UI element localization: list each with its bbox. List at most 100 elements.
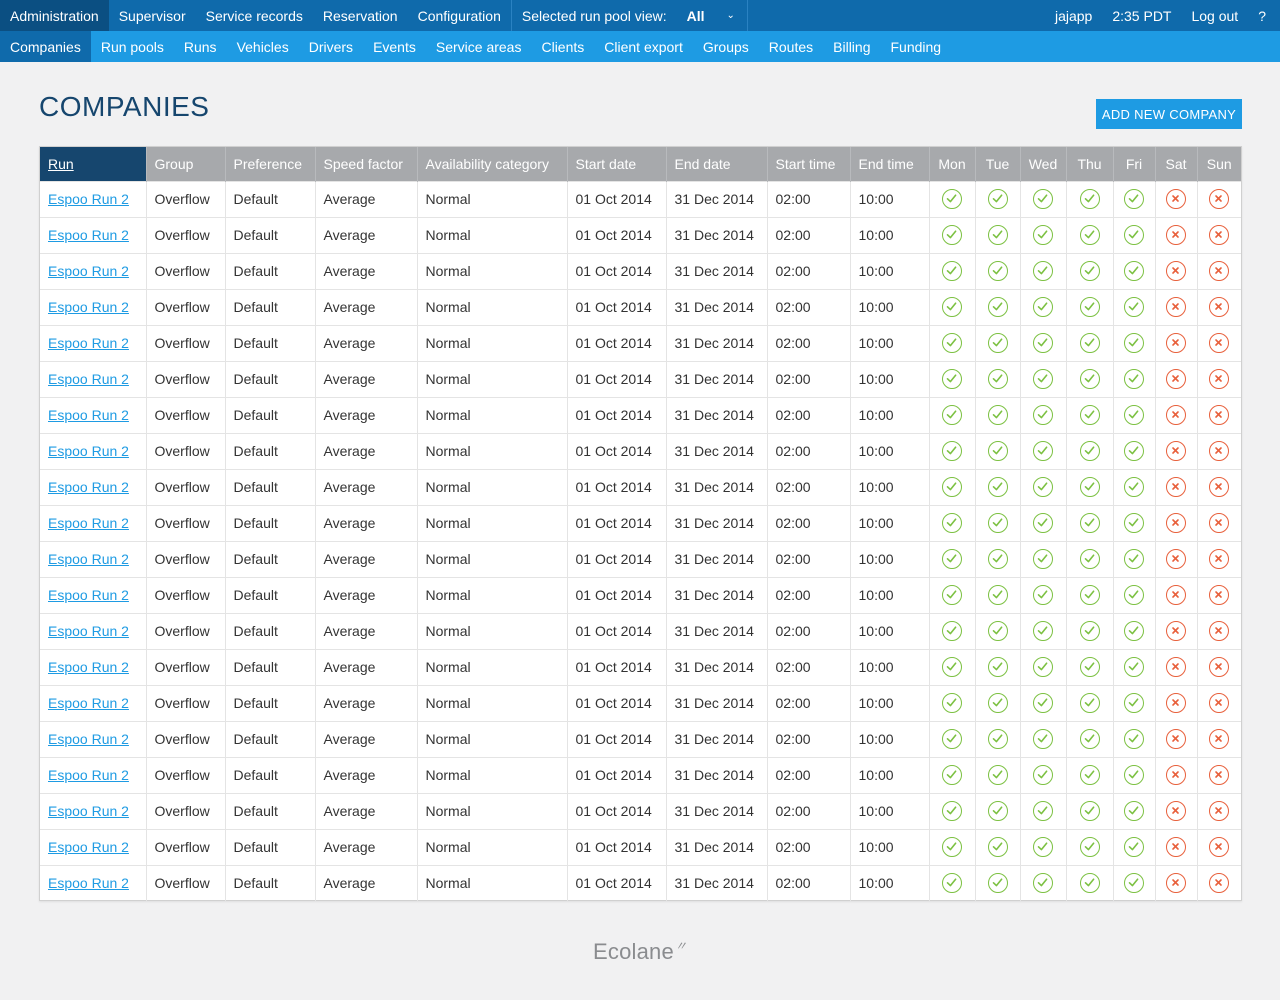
run-link[interactable]: Espoo Run 2 (48, 479, 129, 495)
table-row[interactable]: Espoo Run 2 Overflow Default Average Normal 0… (40, 612, 1241, 649)
table-row[interactable]: Espoo Run 2 Overflow Default Average Normal 0… (40, 540, 1241, 577)
column-header-preference[interactable]: Preference (224, 147, 315, 181)
table-row[interactable]: Espoo Run 2 Overflow Default Average Normal 0… (40, 828, 1241, 865)
check-circle-icon (1033, 729, 1053, 749)
table-row[interactable]: Espoo Run 2 Overflow Default Average Normal 0… (40, 396, 1241, 433)
run-link[interactable]: Espoo Run 2 (48, 695, 129, 711)
logo-text: Ecolane (593, 939, 674, 964)
run-link[interactable]: Espoo Run 2 (48, 839, 129, 855)
subnav-item-clients[interactable]: Clients (531, 31, 594, 62)
table-row[interactable]: Espoo Run 2 Overflow Default Average Normal 0… (40, 324, 1241, 361)
day-cell-thu (1065, 288, 1113, 325)
subnav-item-drivers[interactable]: Drivers (299, 31, 363, 62)
run-link[interactable]: Espoo Run 2 (48, 875, 129, 891)
availability-cell: Normal (416, 216, 567, 253)
subnav-item-billing[interactable]: Billing (823, 31, 880, 62)
column-header-thu[interactable]: Thu (1065, 147, 1113, 181)
run-link[interactable]: Espoo Run 2 (48, 227, 129, 243)
run-cell: Espoo Run 2 (40, 252, 146, 289)
day-cell-tue (974, 576, 1020, 613)
column-header-sat[interactable]: Sat (1154, 147, 1197, 181)
subnav-item-funding[interactable]: Funding (881, 31, 952, 62)
column-header-wed[interactable]: Wed (1019, 147, 1066, 181)
run-link[interactable]: Espoo Run 2 (48, 443, 129, 459)
topnav-item-reservation[interactable]: Reservation (313, 0, 408, 31)
subnav-item-groups[interactable]: Groups (693, 31, 759, 62)
run-link[interactable]: Espoo Run 2 (48, 263, 129, 279)
check-circle-icon (1079, 333, 1100, 353)
start-time-cell: 02:00 (766, 180, 850, 217)
run-link[interactable]: Espoo Run 2 (48, 515, 129, 531)
run-link[interactable]: Espoo Run 2 (48, 551, 129, 567)
subnav-item-run-pools[interactable]: Run pools (91, 31, 174, 62)
run-link[interactable]: Espoo Run 2 (48, 587, 129, 603)
add-new-company-button[interactable]: ADD NEW COMPANY (1096, 99, 1242, 129)
topnav-item-configuration[interactable]: Configuration (408, 0, 511, 31)
column-header-end-date[interactable]: End date (665, 147, 767, 181)
column-header-availability-category[interactable]: Availability category (416, 147, 567, 181)
run-link[interactable]: Espoo Run 2 (48, 623, 129, 639)
run-link[interactable]: Espoo Run 2 (48, 659, 129, 675)
subnav-item-client-export[interactable]: Client export (594, 31, 693, 62)
column-header-start-time[interactable]: Start time (766, 147, 850, 181)
column-header-sun[interactable]: Sun (1196, 147, 1241, 181)
table-row[interactable]: Espoo Run 2 Overflow Default Average Normal 0… (40, 720, 1241, 757)
table-row[interactable]: Espoo Run 2 Overflow Default Average Normal 0… (40, 468, 1241, 505)
check-circle-icon (1033, 369, 1053, 389)
day-cell-wed (1019, 432, 1066, 469)
run-link[interactable]: Espoo Run 2 (48, 335, 129, 351)
user-name[interactable]: jajapp (1045, 0, 1102, 31)
run-link[interactable]: Espoo Run 2 (48, 731, 129, 747)
table-row[interactable]: Espoo Run 2 Overflow Default Average Normal 0… (40, 216, 1241, 253)
group-cell: Overflow (145, 324, 225, 361)
topnav-item-administration[interactable]: Administration (0, 0, 109, 31)
table-row[interactable]: Espoo Run 2 Overflow Default Average Normal 0… (40, 180, 1241, 217)
topnav-item-service-records[interactable]: Service records (196, 0, 313, 31)
column-header-end-time[interactable]: End time (849, 147, 929, 181)
table-row[interactable]: Espoo Run 2 Overflow Default Average Normal 0… (40, 576, 1241, 613)
speed-factor-cell: Average (314, 252, 417, 289)
check-circle-icon (1033, 225, 1053, 245)
column-header-tue[interactable]: Tue (974, 147, 1020, 181)
run-link[interactable]: Espoo Run 2 (48, 299, 129, 315)
check-circle-icon (1033, 657, 1053, 677)
table-row[interactable]: Espoo Run 2 Overflow Default Average Normal 0… (40, 504, 1241, 541)
table-row[interactable]: Espoo Run 2 Overflow Default Average Normal 0… (40, 252, 1241, 289)
subnav-item-vehicles[interactable]: Vehicles (227, 31, 299, 62)
run-link[interactable]: Espoo Run 2 (48, 191, 129, 207)
table-row[interactable]: Espoo Run 2 Overflow Default Average Normal 0… (40, 792, 1241, 829)
help-icon[interactable]: ? (1248, 0, 1280, 31)
top-navigation-bar: Administration Supervisor Service record… (0, 0, 1280, 31)
table-row[interactable]: Espoo Run 2 Overflow Default Average Normal 0… (40, 648, 1241, 685)
column-header-speed-factor[interactable]: Speed factor (314, 147, 417, 181)
subnav-item-routes[interactable]: Routes (759, 31, 823, 62)
table-row[interactable]: Espoo Run 2 Overflow Default Average Normal 0… (40, 864, 1241, 901)
run-link[interactable]: Espoo Run 2 (48, 371, 129, 387)
x-circle-icon (1166, 765, 1186, 785)
column-header-run[interactable]: Run (40, 147, 146, 181)
table-row[interactable]: Espoo Run 2 Overflow Default Average Normal 0… (40, 432, 1241, 469)
x-circle-icon (1166, 225, 1186, 245)
table-row[interactable]: Espoo Run 2 Overflow Default Average Normal 0… (40, 288, 1241, 325)
run-link[interactable]: Espoo Run 2 (48, 407, 129, 423)
logout-link[interactable]: Log out (1181, 0, 1248, 31)
subnav-item-events[interactable]: Events (363, 31, 426, 62)
table-row[interactable]: Espoo Run 2 Overflow Default Average Normal 0… (40, 684, 1241, 721)
check-circle-icon (1033, 621, 1053, 641)
column-header-fri[interactable]: Fri (1112, 147, 1155, 181)
table-row[interactable]: Espoo Run 2 Overflow Default Average Normal 0… (40, 756, 1241, 793)
subnav-item-runs[interactable]: Runs (174, 31, 227, 62)
subnav-item-companies[interactable]: Companies (0, 31, 91, 62)
table-row[interactable]: Espoo Run 2 Overflow Default Average Normal 0… (40, 360, 1241, 397)
run-pool-view-select[interactable]: Selected run pool view: All ⌄ (510, 0, 748, 31)
day-cell-tue (974, 540, 1020, 577)
subnav-item-service-areas[interactable]: Service areas (426, 31, 532, 62)
topnav-item-supervisor[interactable]: Supervisor (109, 0, 196, 31)
day-cell-tue (974, 432, 1020, 469)
column-header-group[interactable]: Group (145, 147, 225, 181)
run-link[interactable]: Espoo Run 2 (48, 767, 129, 783)
run-link[interactable]: Espoo Run 2 (48, 803, 129, 819)
x-circle-icon (1209, 837, 1230, 857)
column-header-start-date[interactable]: Start date (566, 147, 666, 181)
column-header-mon[interactable]: Mon (928, 147, 975, 181)
